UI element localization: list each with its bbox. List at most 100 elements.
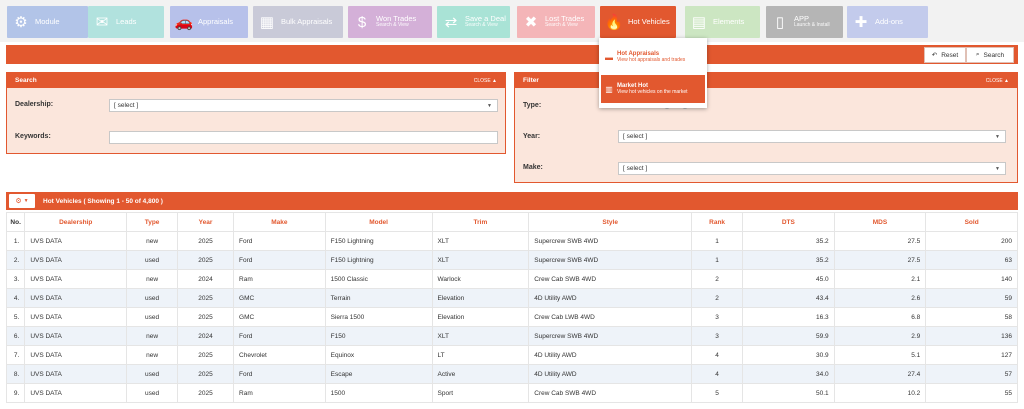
nav-add-ons-button[interactable]: ✚ Add-ons xyxy=(847,6,928,38)
table-cell: UVS DATA xyxy=(24,250,128,270)
dropdown-item-market-hot[interactable]: ▥ Market Hot View hot vehicles on the mar… xyxy=(601,75,705,103)
nav-label: Elements xyxy=(713,16,745,26)
table-cell: 1 xyxy=(691,250,744,270)
close-toggle[interactable]: CLOSE ▲ xyxy=(474,78,497,84)
nav-won-trades-button[interactable]: $ Won Trades Search & View xyxy=(348,6,432,38)
table-cell: 5.1 xyxy=(833,345,927,365)
table-cell: Supercrew SWB 4WD xyxy=(528,231,693,251)
nav-elements-button[interactable]: ▤ Elements xyxy=(685,6,760,38)
table-cell: 2025 xyxy=(177,383,235,403)
table-cell: 2025 xyxy=(177,288,235,308)
dealership-select[interactable]: [ select ] ▼ xyxy=(109,99,498,112)
table-cell: 2. xyxy=(5,250,26,270)
nav-app-button[interactable]: ▯ APP Launch & Install xyxy=(766,6,843,38)
reset-button[interactable]: ↶ Reset xyxy=(924,47,966,63)
table-cell: UVS DATA xyxy=(24,345,128,365)
table-cell: 2 xyxy=(691,269,744,289)
table-cell: 2025 xyxy=(177,364,235,384)
nav-save-a-deal-button[interactable]: ⇄ Save a Deal Search & View xyxy=(437,6,510,38)
table-cell: 1. xyxy=(5,231,26,251)
table-row[interactable]: 4. UVS DATA used 2025 GMC Terrain Elevation 4D … xyxy=(5,288,1018,308)
table-cell: UVS DATA xyxy=(24,383,128,403)
table-cell: Sport xyxy=(431,383,530,403)
table-row[interactable]: 1. UVS DATA new 2025 Ford F150 Lightning XLT Su… xyxy=(5,231,1018,251)
dropdown-item-hot-appraisals[interactable]: ▬ Hot Appraisals View hot appraisals and … xyxy=(601,43,705,71)
column-header-sold[interactable]: Sold xyxy=(925,212,1018,232)
table-row[interactable]: 8. UVS DATA used 2025 Ford Escape Active 4D Uti… xyxy=(5,364,1018,384)
table-row[interactable]: 7. UVS DATA new 2025 Chevrolet Equinox LT 4D Ut… xyxy=(5,345,1018,365)
keywords-input[interactable] xyxy=(109,131,498,144)
nav-bulk-appraisals-button[interactable]: ▦ Bulk Appraisals xyxy=(253,6,343,38)
car-icon: 🚗 xyxy=(174,14,194,31)
table-row[interactable]: 6. UVS DATA new 2024 Ford F150 XLT Supercrew SW… xyxy=(5,326,1018,346)
table-cell: Supercrew SWB 4WD xyxy=(528,326,693,346)
table-cell: XLT xyxy=(431,231,530,251)
nav-module-button[interactable]: ⚙ Module xyxy=(7,6,88,38)
table-cell: 4 xyxy=(691,345,744,365)
nav-leads-button[interactable]: ✉ Leads xyxy=(88,6,164,38)
column-header-model[interactable]: Model xyxy=(324,212,433,232)
table-cell: UVS DATA xyxy=(24,326,128,346)
table-cell: XLT xyxy=(431,326,530,346)
table-cell: Crew Cab SWB 4WD xyxy=(528,269,693,289)
handshake-icon: ⇄ xyxy=(444,14,458,31)
table-cell: 4D Utility AWD xyxy=(528,288,693,308)
column-header-trim[interactable]: Trim xyxy=(431,212,530,232)
table-cell: 10.2 xyxy=(833,383,927,403)
table-cell: 3 xyxy=(691,307,744,327)
table-cell: F150 xyxy=(324,326,433,346)
table-cell: Equinox xyxy=(324,345,433,365)
phone-icon: ▯ xyxy=(775,14,785,31)
column-header-type[interactable]: Type xyxy=(126,212,179,232)
table-row[interactable]: 2. UVS DATA used 2025 Ford F150 Lightning XLT S… xyxy=(5,250,1018,270)
search-button[interactable]: ⌕ Search xyxy=(966,47,1014,63)
column-header-year[interactable]: Year xyxy=(177,212,235,232)
column-header-dts[interactable]: DTS xyxy=(742,212,835,232)
nav-label: Appraisals xyxy=(198,16,234,26)
table-cell: new xyxy=(126,231,179,251)
panel-icon: ▤ xyxy=(691,14,707,31)
table-cell: GMC xyxy=(233,288,326,308)
nav-label: Leads xyxy=(116,16,137,26)
table-cell: 2.6 xyxy=(833,288,927,308)
year-select[interactable]: [ select ] ▼ xyxy=(618,130,1006,143)
table-settings-button[interactable]: ⚙ ▼ xyxy=(9,194,35,208)
table-cell: F150 Lightning xyxy=(324,231,433,251)
table-row[interactable]: 3. UVS DATA new 2024 Ram 1500 Classic Warlock C… xyxy=(5,269,1018,289)
table-cell: used xyxy=(126,307,179,327)
column-header-make[interactable]: Make xyxy=(233,212,326,232)
column-header-mds[interactable]: MDS xyxy=(833,212,927,232)
table-cell: 43.4 xyxy=(742,288,835,308)
table-cell: 2025 xyxy=(177,307,235,327)
table-cell: 2024 xyxy=(177,326,235,346)
table-row[interactable]: 5. UVS DATA used 2025 GMC Sierra 1500 Elevatio… xyxy=(5,307,1018,327)
nav-appraisals-button[interactable]: 🚗 Appraisals xyxy=(170,6,248,38)
table-cell: Supercrew SWB 4WD xyxy=(528,250,693,270)
table-row[interactable]: 9. UVS DATA used 2025 Ram 1500 Sport Crew Cab S… xyxy=(5,383,1018,403)
gear-icon: ⚙ xyxy=(14,14,28,31)
column-header-dealership[interactable]: Dealership xyxy=(24,212,128,232)
table-title: Hot Vehicles ( Showing 1 - 50 of 4,800 ) xyxy=(43,197,163,205)
table-cell: UVS DATA xyxy=(24,269,128,289)
column-header-rank[interactable]: Rank xyxy=(691,212,744,232)
column-header-style[interactable]: Style xyxy=(528,212,693,232)
nav-lost-trades-button[interactable]: ✖ Lost Trades Search & View xyxy=(517,6,595,38)
nav-sublabel: Search & View xyxy=(465,22,498,29)
table-cell: 8. xyxy=(5,364,26,384)
table-cell: 3 xyxy=(691,326,744,346)
table-cell: UVS DATA xyxy=(24,307,128,327)
calculator-icon: ▦ xyxy=(259,14,275,31)
make-select[interactable]: [ select ] ▼ xyxy=(618,162,1006,175)
table-cell: Ram xyxy=(233,383,326,403)
table-cell: XLT xyxy=(431,250,530,270)
table-cell: Crew Cab LWB 4WD xyxy=(528,307,693,327)
table-cell: new xyxy=(126,326,179,346)
nav-sublabel: Launch & Install xyxy=(794,22,830,29)
table-cell: 27.5 xyxy=(833,231,927,251)
make-label: Make: xyxy=(523,164,543,171)
year-label: Year: xyxy=(523,133,541,140)
table-cell: 4. xyxy=(5,288,26,308)
nav-hot-vehicles-button[interactable]: 🔥 Hot Vehicles xyxy=(600,6,676,38)
table-cell: 27.4 xyxy=(833,364,927,384)
close-toggle[interactable]: CLOSE ▲ xyxy=(986,78,1009,84)
